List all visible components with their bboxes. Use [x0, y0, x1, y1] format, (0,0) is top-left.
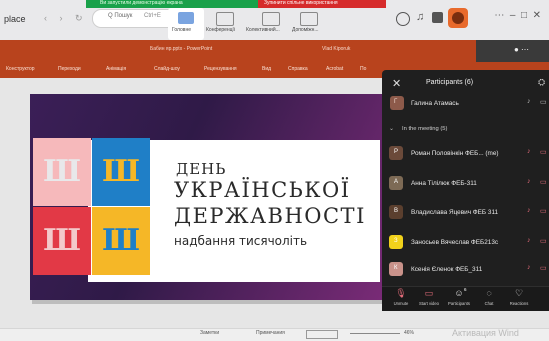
ribbon-helper-label[interactable]: Допоміжн...: [292, 27, 319, 33]
ribbon-tab-slideshow[interactable]: Слайд-шоу: [154, 66, 180, 72]
participants-count-badge: 6: [464, 287, 467, 292]
slide-title-line3: ДЕРЖАВНОСТІ: [174, 204, 366, 228]
ribbon-tab-view[interactable]: Вид: [262, 66, 271, 72]
zoom-level[interactable]: 46%: [404, 330, 414, 336]
in-meeting-section-label[interactable]: In the meeting (5): [402, 126, 447, 132]
close-icon[interactable]: ✕: [392, 77, 401, 90]
tile-yellow: Ш: [92, 207, 150, 275]
participants-icon[interactable]: ☺: [447, 288, 471, 298]
participant-name[interactable]: Анна Тілілюк ФЕБ-311: [411, 180, 477, 187]
camera-off-icon: ▭: [540, 265, 547, 272]
mic-off-icon: ♪: [527, 148, 531, 155]
trident-icon: Ш: [42, 223, 82, 258]
search-label: Q Пошук: [108, 13, 133, 19]
teams-header-icons[interactable]: ● ⋯: [514, 45, 529, 54]
view-switcher[interactable]: [306, 330, 338, 339]
ribbon-tab-help[interactable]: Справка: [288, 66, 308, 72]
trident-icon: Ш: [42, 154, 82, 189]
ribbon-tab-acrobat[interactable]: Acrobat: [326, 66, 343, 72]
powerpoint-document-title: Бабин яр.pptx - PowerPoint: [150, 46, 213, 52]
avatar-initial: З: [394, 238, 398, 244]
control-label[interactable]: Start video: [414, 301, 444, 306]
collab-icon[interactable]: [262, 12, 280, 26]
screen-share-text: Ви запустили демонстрацію екрана: [100, 0, 183, 6]
camera-off-icon: ▭: [540, 149, 547, 156]
add-person-icon[interactable]: ⛭: [538, 77, 545, 88]
participant-name[interactable]: Ксенія Єленок ФЕБ_311: [411, 266, 482, 273]
trident-icon: Ш: [101, 154, 141, 189]
search-shortcut-hint: Ctrl+E: [144, 13, 161, 19]
participant-name[interactable]: Заносьев Вячеслав ФЕБ213с: [411, 239, 498, 246]
avatar-image: [452, 12, 464, 24]
ribbon-tab-search[interactable]: По: [360, 66, 366, 72]
apps-icon[interactable]: [432, 12, 443, 23]
participant-name[interactable]: Роман Половінкін ФЕБ... (me): [411, 150, 499, 157]
ribbon-tab-review[interactable]: Рецензування: [204, 66, 237, 72]
chevron-down-icon[interactable]: ⌄: [389, 125, 394, 132]
avatar-initial: А: [394, 179, 399, 185]
zoom-slider[interactable]: [350, 333, 400, 334]
ribbon-home-label[interactable]: Головне: [172, 27, 191, 33]
ribbon-tab-transitions[interactable]: Переходи: [58, 66, 81, 72]
camera-off-icon: ▭: [540, 208, 547, 215]
activation-watermark: Активация Wind: [452, 328, 519, 338]
trident-icon: Ш: [101, 223, 141, 258]
conference-icon[interactable]: [216, 12, 234, 26]
mic-off-icon: ♪: [527, 237, 531, 244]
participants-panel: [382, 70, 549, 310]
reactions-icon[interactable]: ♡: [507, 288, 531, 299]
video-off-icon[interactable]: ▭: [417, 288, 441, 299]
stop-sharing-label: Зупинити спільне використання: [264, 0, 338, 6]
ribbon-tab-design[interactable]: Конструктор: [6, 66, 35, 72]
control-label[interactable]: Participants: [444, 301, 474, 306]
control-label[interactable]: Reactions: [504, 301, 534, 306]
search-input[interactable]: [92, 9, 178, 28]
notes-button[interactable]: Заметки: [200, 330, 219, 336]
window-controls[interactable]: ⋯ – □ ✕: [494, 10, 541, 21]
control-label[interactable]: Unmute: [386, 301, 416, 306]
tile-blue: Ш: [92, 138, 150, 206]
mic-off-icon: ♪: [527, 207, 531, 214]
bell-icon[interactable]: ♫: [416, 11, 424, 23]
mic-off-icon: ♪: [527, 178, 531, 185]
navigation-arrows[interactable]: ‹ › ↻: [44, 13, 88, 24]
chat-icon[interactable]: ◌: [477, 288, 501, 298]
slide-subtitle: надбання тисячоліть: [174, 234, 308, 248]
helper-icon[interactable]: [300, 12, 318, 26]
camera-off-icon: ▭: [540, 179, 547, 186]
tile-pink: Ш: [33, 138, 91, 206]
home-icon[interactable]: [178, 12, 194, 24]
comments-button[interactable]: Примечания: [256, 330, 285, 336]
browser-tab-label[interactable]: place: [4, 14, 26, 24]
avatar-initial: Г: [394, 99, 398, 105]
slide-canvas[interactable]: Ш Ш Ш Ш ДЕНЬ УКРАЇНСЬКОЇ ДЕРЖАВНОСТІ над…: [30, 94, 386, 300]
ribbon-conference-label[interactable]: Конференції: [206, 27, 235, 33]
slide-title-line2: УКРАЇНСЬКОЇ: [174, 178, 351, 202]
powerpoint-title-bar: [0, 40, 549, 62]
ribbon-collab-label[interactable]: Колективний...: [246, 27, 280, 33]
mic-icon: ♪: [527, 98, 531, 105]
participant-name[interactable]: Галина Атамась: [411, 100, 459, 107]
participant-name[interactable]: Владислава Яцевич ФЕБ 311: [411, 209, 498, 216]
ribbon-tab-animation[interactable]: Анімація: [106, 66, 126, 72]
avatar-initial: К: [394, 265, 398, 271]
tile-red: Ш: [33, 207, 91, 275]
avatar-initial: В: [394, 208, 399, 214]
avatar-initial: Р: [394, 149, 399, 155]
camera-icon: ▭: [540, 99, 547, 106]
powerpoint-user[interactable]: Vlad Kiporuk: [322, 46, 350, 52]
help-icon[interactable]: [396, 12, 410, 26]
teams-header-strip: [476, 40, 549, 62]
participants-title: Participants (6): [426, 79, 474, 86]
mic-off-icon[interactable]: 🎙: [389, 288, 413, 299]
mic-off-icon: ♪: [527, 264, 531, 271]
slide-title-line1: ДЕНЬ: [176, 160, 227, 178]
camera-off-icon: ▭: [540, 238, 547, 245]
control-label[interactable]: Chat: [474, 301, 504, 306]
